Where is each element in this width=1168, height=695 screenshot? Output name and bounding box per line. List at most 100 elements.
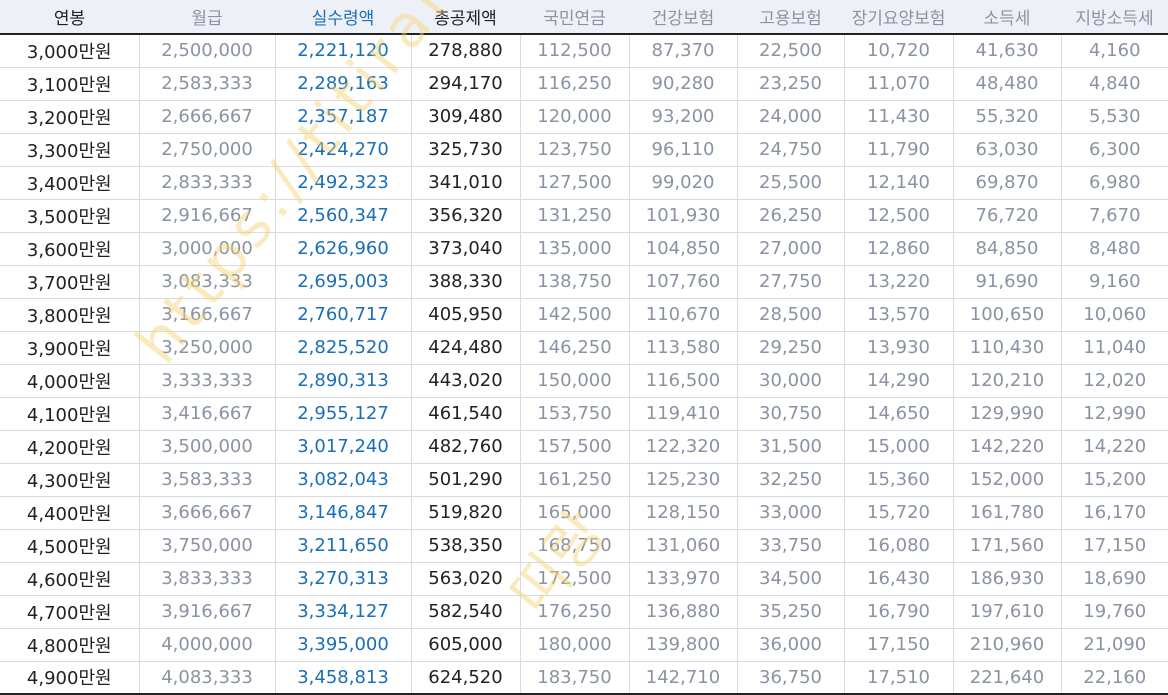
cell-employment-insurance: 23,250 (737, 67, 845, 101)
cell-monthly-salary: 3,250,000 (139, 331, 276, 365)
cell-long-term-care-insurance: 11,430 (844, 100, 954, 134)
cell-income-tax: 120,210 (953, 364, 1062, 398)
cell-monthly-salary: 2,500,000 (139, 34, 276, 68)
cell-net-pay: 3,211,650 (275, 529, 412, 563)
table-row: 4,100만원 3,416,667 2,955,127 461,540 153,750 1… (0, 397, 1168, 431)
cell-national-pension: 176,250 (520, 595, 630, 629)
cell-monthly-salary: 2,916,667 (139, 199, 276, 233)
cell-total-deduction: 443,020 (411, 364, 521, 398)
cell-income-tax: 84,850 (953, 232, 1062, 266)
cell-local-income-tax: 4,160 (1061, 34, 1168, 68)
column-header-long-term-care-insurance: 장기요양보험 (844, 0, 953, 35)
cell-local-income-tax: 12,990 (1061, 397, 1168, 431)
cell-long-term-care-insurance: 10,720 (844, 34, 954, 68)
cell-total-deduction: 519,820 (411, 496, 521, 530)
table-row: 4,800만원 4,000,000 3,395,000 605,000 180,000 1… (0, 628, 1168, 662)
cell-net-pay: 2,289,163 (275, 67, 412, 101)
cell-annual-salary: 4,000만원 (0, 364, 140, 398)
cell-net-pay: 2,424,270 (275, 133, 412, 167)
cell-employment-insurance: 33,000 (737, 496, 845, 530)
cell-local-income-tax: 10,060 (1061, 298, 1168, 332)
cell-national-pension: 153,750 (520, 397, 630, 431)
cell-employment-insurance: 27,000 (737, 232, 845, 266)
cell-total-deduction: 461,540 (411, 397, 521, 431)
cell-health-insurance: 122,320 (629, 430, 738, 464)
cell-income-tax: 91,690 (953, 265, 1062, 299)
cell-income-tax: 63,030 (953, 133, 1062, 167)
cell-health-insurance: 101,930 (629, 199, 738, 233)
cell-long-term-care-insurance: 14,650 (844, 397, 954, 431)
cell-local-income-tax: 22,160 (1061, 661, 1168, 695)
cell-local-income-tax: 19,760 (1061, 595, 1168, 629)
column-header-total-deduction: 총공제액 (411, 0, 520, 35)
cell-long-term-care-insurance: 16,080 (844, 529, 954, 563)
column-header-income-tax: 소득세 (953, 0, 1061, 35)
cell-health-insurance: 104,850 (629, 232, 738, 266)
cell-employment-insurance: 32,250 (737, 463, 845, 497)
cell-monthly-salary: 2,750,000 (139, 133, 276, 167)
table-row: 3,000만원 2,500,000 2,221,120 278,880 112,500 8… (0, 34, 1168, 68)
cell-local-income-tax: 11,040 (1061, 331, 1168, 365)
cell-national-pension: 142,500 (520, 298, 630, 332)
cell-health-insurance: 142,710 (629, 661, 738, 695)
cell-total-deduction: 325,730 (411, 133, 521, 167)
cell-monthly-salary: 3,750,000 (139, 529, 276, 563)
cell-net-pay: 2,560,347 (275, 199, 412, 233)
cell-health-insurance: 110,670 (629, 298, 738, 332)
cell-monthly-salary: 3,583,333 (139, 463, 276, 497)
cell-national-pension: 127,500 (520, 166, 630, 200)
cell-annual-salary: 4,300만원 (0, 463, 140, 497)
cell-local-income-tax: 12,020 (1061, 364, 1168, 398)
cell-long-term-care-insurance: 16,790 (844, 595, 954, 629)
cell-net-pay: 2,955,127 (275, 397, 412, 431)
cell-income-tax: 197,610 (953, 595, 1062, 629)
table-row: 4,000만원 3,333,333 2,890,313 443,020 150,000 1… (0, 364, 1168, 398)
cell-long-term-care-insurance: 15,720 (844, 496, 954, 530)
column-header-national-pension: 국민연금 (520, 0, 629, 35)
cell-national-pension: 150,000 (520, 364, 630, 398)
cell-income-tax: 100,650 (953, 298, 1062, 332)
cell-net-pay: 3,334,127 (275, 595, 412, 629)
cell-income-tax: 110,430 (953, 331, 1062, 365)
cell-net-pay: 2,221,120 (275, 34, 412, 68)
table-row: 3,100만원 2,583,333 2,289,163 294,170 116,250 9… (0, 67, 1168, 101)
cell-long-term-care-insurance: 13,930 (844, 331, 954, 365)
cell-health-insurance: 87,370 (629, 34, 738, 68)
column-header-monthly-salary: 월급 (139, 0, 275, 35)
table-row: 4,200만원 3,500,000 3,017,240 482,760 157,500 1… (0, 430, 1168, 464)
cell-annual-salary: 3,800만원 (0, 298, 140, 332)
cell-health-insurance: 119,410 (629, 397, 738, 431)
cell-national-pension: 138,750 (520, 265, 630, 299)
cell-long-term-care-insurance: 12,500 (844, 199, 954, 233)
cell-local-income-tax: 9,160 (1061, 265, 1168, 299)
salary-table-container: 연봉 월급 실수령액 총공제액 국민연금 건강보험 고용보험 장기요양보험 소득세 지방소득세 3… (0, 0, 1168, 695)
cell-local-income-tax: 4,840 (1061, 67, 1168, 101)
cell-employment-insurance: 28,500 (737, 298, 845, 332)
cell-national-pension: 112,500 (520, 34, 630, 68)
table-row: 4,600만원 3,833,333 3,270,313 563,020 172,500 1… (0, 562, 1168, 596)
cell-annual-salary: 3,400만원 (0, 166, 140, 200)
cell-national-pension: 183,750 (520, 661, 630, 695)
cell-national-pension: 165,000 (520, 496, 630, 530)
cell-health-insurance: 139,800 (629, 628, 738, 662)
cell-income-tax: 48,480 (953, 67, 1062, 101)
cell-total-deduction: 341,010 (411, 166, 521, 200)
cell-national-pension: 161,250 (520, 463, 630, 497)
cell-health-insurance: 96,110 (629, 133, 738, 167)
cell-long-term-care-insurance: 11,070 (844, 67, 954, 101)
cell-total-deduction: 356,320 (411, 199, 521, 233)
table-row: 3,900만원 3,250,000 2,825,520 424,480 146,250 1… (0, 331, 1168, 365)
cell-local-income-tax: 18,690 (1061, 562, 1168, 596)
cell-national-pension: 116,250 (520, 67, 630, 101)
cell-annual-salary: 4,500만원 (0, 529, 140, 563)
cell-local-income-tax: 5,530 (1061, 100, 1168, 134)
cell-monthly-salary: 2,833,333 (139, 166, 276, 200)
table-row: 3,400만원 2,833,333 2,492,323 341,010 127,500 9… (0, 166, 1168, 200)
cell-national-pension: 172,500 (520, 562, 630, 596)
cell-employment-insurance: 24,750 (737, 133, 845, 167)
cell-total-deduction: 501,290 (411, 463, 521, 497)
cell-long-term-care-insurance: 15,000 (844, 430, 954, 464)
cell-long-term-care-insurance: 11,790 (844, 133, 954, 167)
cell-long-term-care-insurance: 12,860 (844, 232, 954, 266)
cell-national-pension: 135,000 (520, 232, 630, 266)
